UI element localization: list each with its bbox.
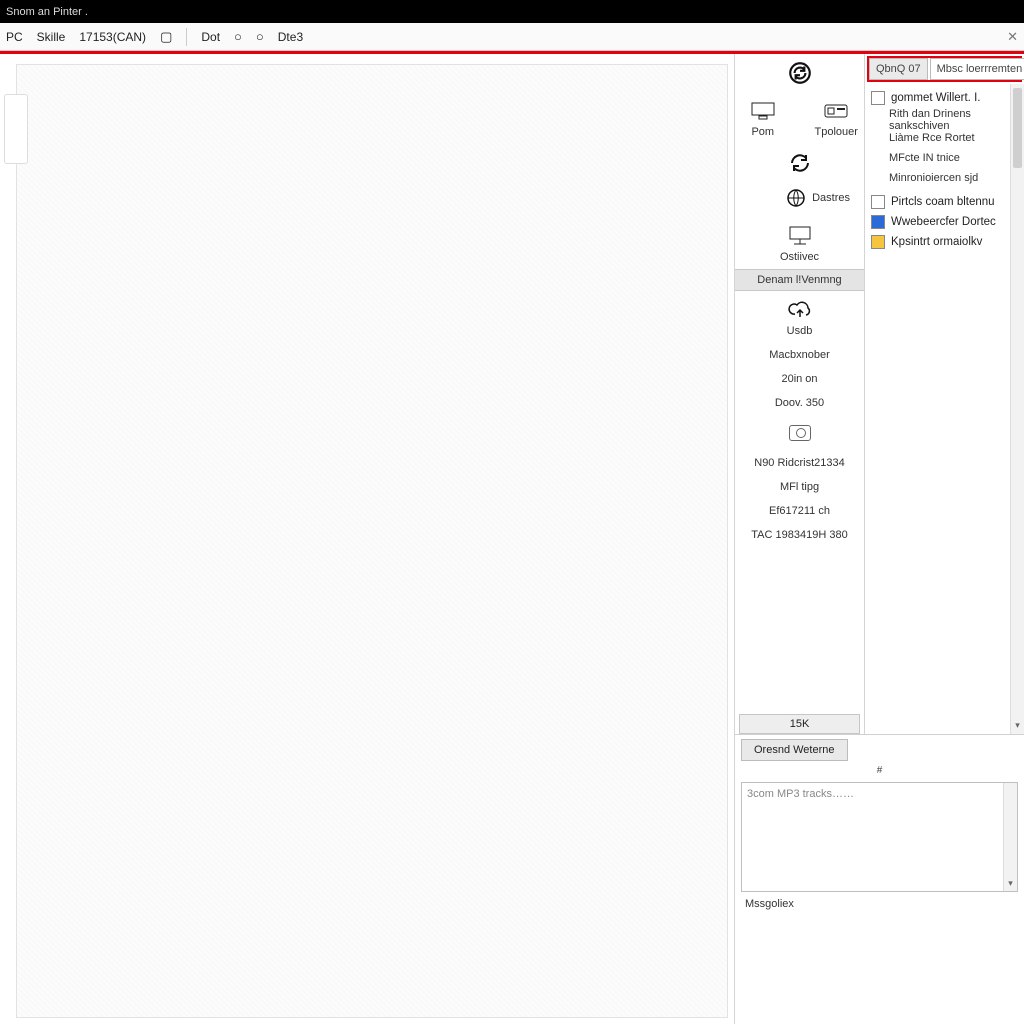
palette-usdb[interactable]: Usdb <box>735 291 864 343</box>
cloud-upload-icon <box>787 299 813 321</box>
palette-b: QbnQ 07 Mbsc loerrremten gommet Willert.… <box>865 54 1024 734</box>
palette-pom[interactable]: Pom <box>735 92 791 144</box>
category-tabbar: QbnQ 07 Mbsc loerrremten <box>867 56 1022 82</box>
tab-2[interactable]: Mbsc loerrremten <box>930 58 1024 80</box>
toolbar-item-num[interactable]: 17153(CAN) <box>79 30 146 44</box>
refresh-icon <box>788 152 812 174</box>
workspace: Pom Tpolouer Dastres <box>0 54 1024 1024</box>
chevron-down-icon[interactable]: ▾ <box>1011 720 1024 734</box>
app-icon <box>871 215 885 229</box>
window-title: Snom an Pinter . <box>6 6 88 18</box>
toolbar-item-pc[interactable]: PC <box>6 30 23 44</box>
cat-item-label: gommet Willert. I. <box>891 92 980 104</box>
list-item[interactable]: N90 Ridcrist21334 <box>735 451 864 475</box>
page-icon <box>871 195 885 209</box>
list-item[interactable] <box>735 415 864 451</box>
status-footer: Mssgoliex <box>741 892 1018 912</box>
folder-icon <box>871 91 885 105</box>
canvas-zone <box>0 54 734 1024</box>
scrollbar-thumb[interactable] <box>1013 88 1022 168</box>
palette-dastes-label: Dastres <box>812 192 850 204</box>
cat-subitem[interactable]: Rith dan Drinens <box>869 108 1022 120</box>
category-list: gommet Willert. I. Rith dan Drinens sank… <box>865 84 1024 256</box>
count-label: 15K <box>790 718 810 730</box>
cat-item[interactable]: Pirtcls coam bltennu <box>869 192 1022 212</box>
cat-item[interactable]: Wwebeercfer Dortec <box>869 212 1022 232</box>
search-placeholder: 3com MP3 tracks…… <box>747 788 854 800</box>
list-item[interactable]: Ef617211 ch <box>735 499 864 523</box>
palette-pom-label: Pom <box>737 126 789 138</box>
close-icon[interactable]: ✕ <box>1007 29 1018 45</box>
cat-subitem[interactable]: MFcte IN tnice <box>869 152 1022 164</box>
cat-item-label: Kpsintrt ormaiolkv <box>891 236 982 248</box>
toolbar-item-dot[interactable]: Dot <box>201 30 220 44</box>
right-panels: Pom Tpolouer Dastres <box>734 54 1024 1024</box>
palette-tpolouer-label: Tpolouer <box>811 126 863 138</box>
circle-icon[interactable]: ○ <box>234 29 242 44</box>
scrollbar[interactable]: ▾ <box>1010 84 1024 734</box>
camera-icon <box>789 425 811 441</box>
section-header[interactable]: Denam l!Venmng <box>735 269 864 291</box>
palette-tpolouer[interactable]: Tpolouer <box>809 92 865 144</box>
folder-yellow-icon <box>871 235 885 249</box>
palette-ostinec-label: Ostiivec <box>737 251 862 263</box>
display-icon <box>787 225 813 247</box>
palette-a: Pom Tpolouer Dastres <box>735 54 865 734</box>
toolbar-item-skille[interactable]: Skille <box>37 30 66 44</box>
toolbar-sep <box>186 28 187 46</box>
cat-subitem[interactable]: Minronioiercen sjd <box>869 172 1022 184</box>
toolbar: PC Skille 17153(CAN) ▢ Dot ○ ○ Dte3 ✕ <box>0 23 1024 51</box>
list-item[interactable]: Doov. 350 <box>735 391 864 415</box>
tab-1[interactable]: QbnQ 07 <box>869 58 928 80</box>
palette-refresh[interactable] <box>735 144 864 182</box>
count-bar[interactable]: 15K <box>739 714 860 734</box>
cat-item[interactable]: gommet Willert. I. <box>869 88 1022 108</box>
sync-icon <box>787 60 813 86</box>
palette-usdb-label: Usdb <box>737 325 862 337</box>
sort-indicator[interactable]: # <box>741 765 1018 776</box>
cat-item-label: Pirtcls coam bltennu <box>891 196 995 208</box>
create-button[interactable]: Oresnd Weterne <box>741 739 848 761</box>
list-item[interactable]: Macbxnober <box>735 343 864 367</box>
scrollbar[interactable]: ▾ <box>1003 783 1017 891</box>
cat-item[interactable]: Kpsintrt ormaiolkv <box>869 232 1022 252</box>
palette-dastes[interactable]: Dastres <box>735 182 864 217</box>
lower-panel: Oresnd Weterne # 3com MP3 tracks…… ▾ Mss… <box>735 734 1024 916</box>
cat-subitem[interactable]: sankschiven <box>869 120 1022 132</box>
monitor-icon <box>750 101 776 121</box>
stop-icon[interactable]: ▢ <box>160 29 172 45</box>
create-button-label: Oresnd Weterne <box>754 744 835 756</box>
list-item[interactable]: 20in on <box>735 367 864 391</box>
list-item[interactable]: TAC 1983419H 380 <box>735 523 864 547</box>
panel-row: Pom Tpolouer Dastres <box>735 54 1024 734</box>
globe-icon <box>786 188 806 208</box>
cat-subitem[interactable]: Liàme Rce Rortet <box>869 132 1022 144</box>
palette-sync[interactable] <box>735 54 864 92</box>
toolbar-item-dte[interactable]: Dte3 <box>278 30 303 44</box>
circle-icon-2[interactable]: ○ <box>256 29 264 44</box>
document-page[interactable] <box>16 64 728 1018</box>
list-item[interactable]: MFl tipg <box>735 475 864 499</box>
cat-item-label: Wwebeercfer Dortec <box>891 216 996 228</box>
titlebar: Snom an Pinter . <box>0 0 1024 23</box>
chevron-down-icon[interactable]: ▾ <box>1004 878 1017 889</box>
palette-ostinec[interactable]: Ostiivec <box>735 217 864 269</box>
doc-tab-stub[interactable] <box>4 94 28 164</box>
search-box[interactable]: 3com MP3 tracks…… ▾ <box>741 782 1018 892</box>
device-icon <box>823 101 849 121</box>
device-list: Macbxnober 20in on Doov. 350 N90 Ridcris… <box>735 343 864 547</box>
